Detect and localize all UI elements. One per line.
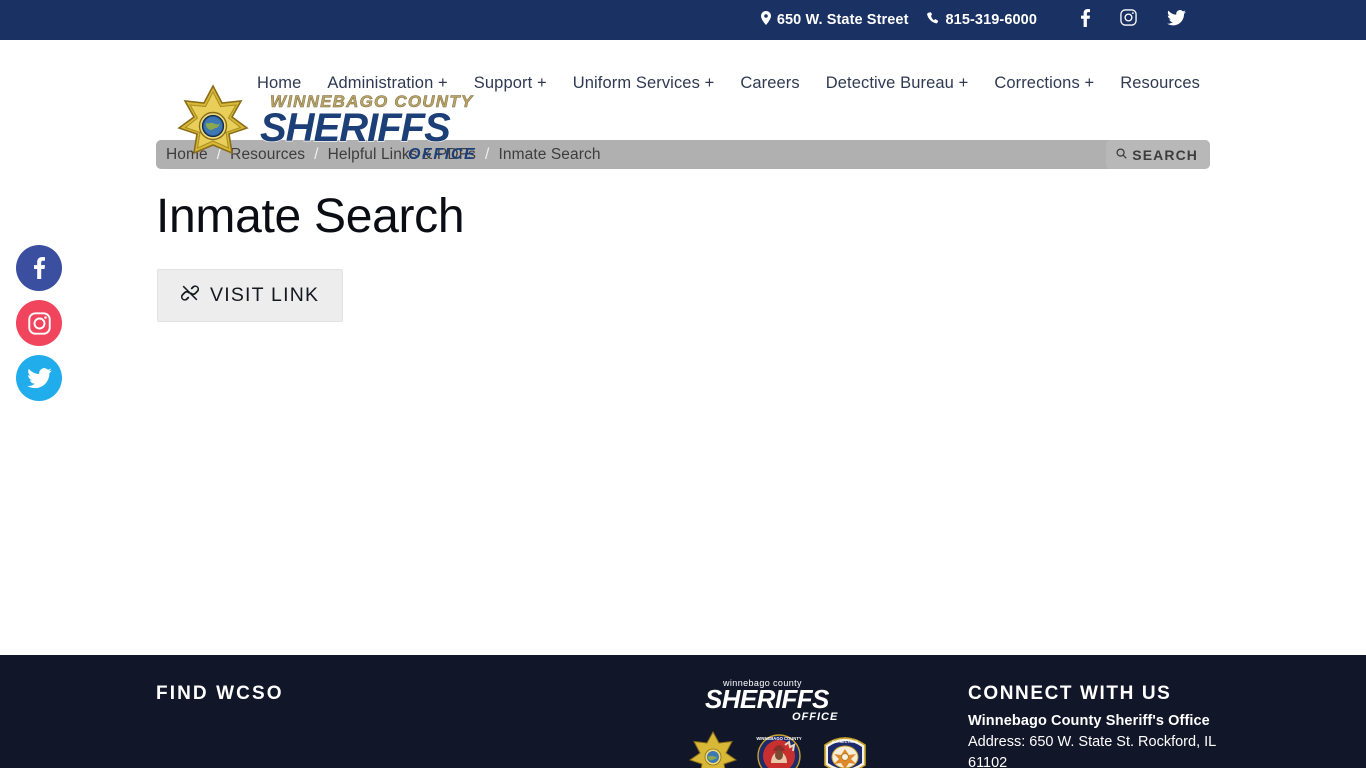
footer-logo-line2: SHERIFFS <box>705 684 830 714</box>
search-button[interactable]: SEARCH <box>1106 140 1210 169</box>
svg-text:WINNEBAGO COUNTY: WINNEBAGO COUNTY <box>756 736 802 741</box>
footer-connect-title: CONNECT WITH US <box>968 683 1172 704</box>
nav-item-detective-bureau[interactable]: Detective Bureau + <box>826 74 969 93</box>
instagram-icon <box>27 311 51 335</box>
sheriff-star-badge-icon <box>687 730 739 768</box>
logo-line2: SHERIFFS <box>260 106 451 150</box>
site-footer: FIND WCSO winnebago county SHERIFFS OFFI… <box>0 655 1366 768</box>
topbar-address[interactable]: 650 W. State Street <box>760 11 909 29</box>
nav-item-careers[interactable]: Careers <box>740 74 799 93</box>
phone-icon <box>926 11 940 29</box>
winnebago-county-seal-icon: WINNEBAGO COUNTY <box>751 731 807 768</box>
link-icon <box>180 284 200 307</box>
site-header: Home Administration + Support + Uniform … <box>0 40 1366 163</box>
site-logo-wordmark: WINNEBAGO COUNTY SHERIFFS OFFICE <box>256 89 516 163</box>
topbar-phone[interactable]: 815-319-6000 <box>926 11 1038 29</box>
site-logo[interactable]: WINNEBAGO COUNTY SHERIFFS OFFICE <box>174 84 516 168</box>
nav-item-resources[interactable]: Resources <box>1120 74 1200 93</box>
svg-text:CORRECTIONS: CORRECTIONS <box>831 740 858 744</box>
nav-item-corrections[interactable]: Corrections + <box>994 74 1094 93</box>
search-icon <box>1116 147 1128 162</box>
visit-link-label: VISIT LINK <box>210 284 320 306</box>
visit-link-button[interactable]: VISIT LINK <box>157 269 344 322</box>
map-pin-icon <box>760 11 771 29</box>
twitter-icon <box>26 367 52 389</box>
footer-address: Address: 650 W. State St. Rockford, IL 6… <box>968 734 1216 768</box>
social-rail-twitter[interactable] <box>16 355 62 401</box>
nav-item-uniform-services[interactable]: Uniform Services + <box>573 74 715 93</box>
top-utility-bar: 650 W. State Street 815-319-6000 <box>0 0 1366 40</box>
footer-find-title: FIND WCSO <box>156 683 284 704</box>
logo-line3: OFFICE <box>408 146 476 163</box>
instagram-icon[interactable] <box>1120 9 1137 31</box>
footer-logo-block: winnebago county SHERIFFS OFFICE WINNEBA… <box>688 675 866 768</box>
topbar-address-text: 650 W. State Street <box>776 12 909 28</box>
social-rail-instagram[interactable] <box>16 300 62 346</box>
footer-badges: WINNEBAGO COUNTY CORRECTIONS <box>687 730 871 768</box>
footer-connect-block: CONNECT WITH US Winnebago County Sheriff… <box>968 683 1218 768</box>
footer-logo-wordmark: winnebago county SHERIFFS OFFICE <box>697 675 860 723</box>
sheriff-star-badge-icon <box>174 84 252 168</box>
topbar-phone-text: 815-319-6000 <box>945 12 1037 28</box>
facebook-icon[interactable] <box>1081 8 1091 32</box>
social-rail-facebook[interactable] <box>16 245 62 291</box>
search-button-label: SEARCH <box>1132 146 1198 163</box>
twitter-icon[interactable] <box>1167 9 1186 31</box>
facebook-icon <box>33 257 45 279</box>
page-title: Inmate Search <box>156 190 465 243</box>
topbar-contact-info: 650 W. State Street 815-319-6000 <box>760 11 1038 29</box>
floating-social-rail <box>16 245 62 401</box>
corrections-badge-icon: CORRECTIONS <box>819 731 871 768</box>
footer-logo-line3: OFFICE <box>792 711 838 723</box>
main-content: Inmate Search VISIT LINK <box>0 169 1366 655</box>
footer-org-name: Winnebago County Sheriff's Office <box>968 713 1210 729</box>
topbar-social-links <box>1081 8 1186 32</box>
